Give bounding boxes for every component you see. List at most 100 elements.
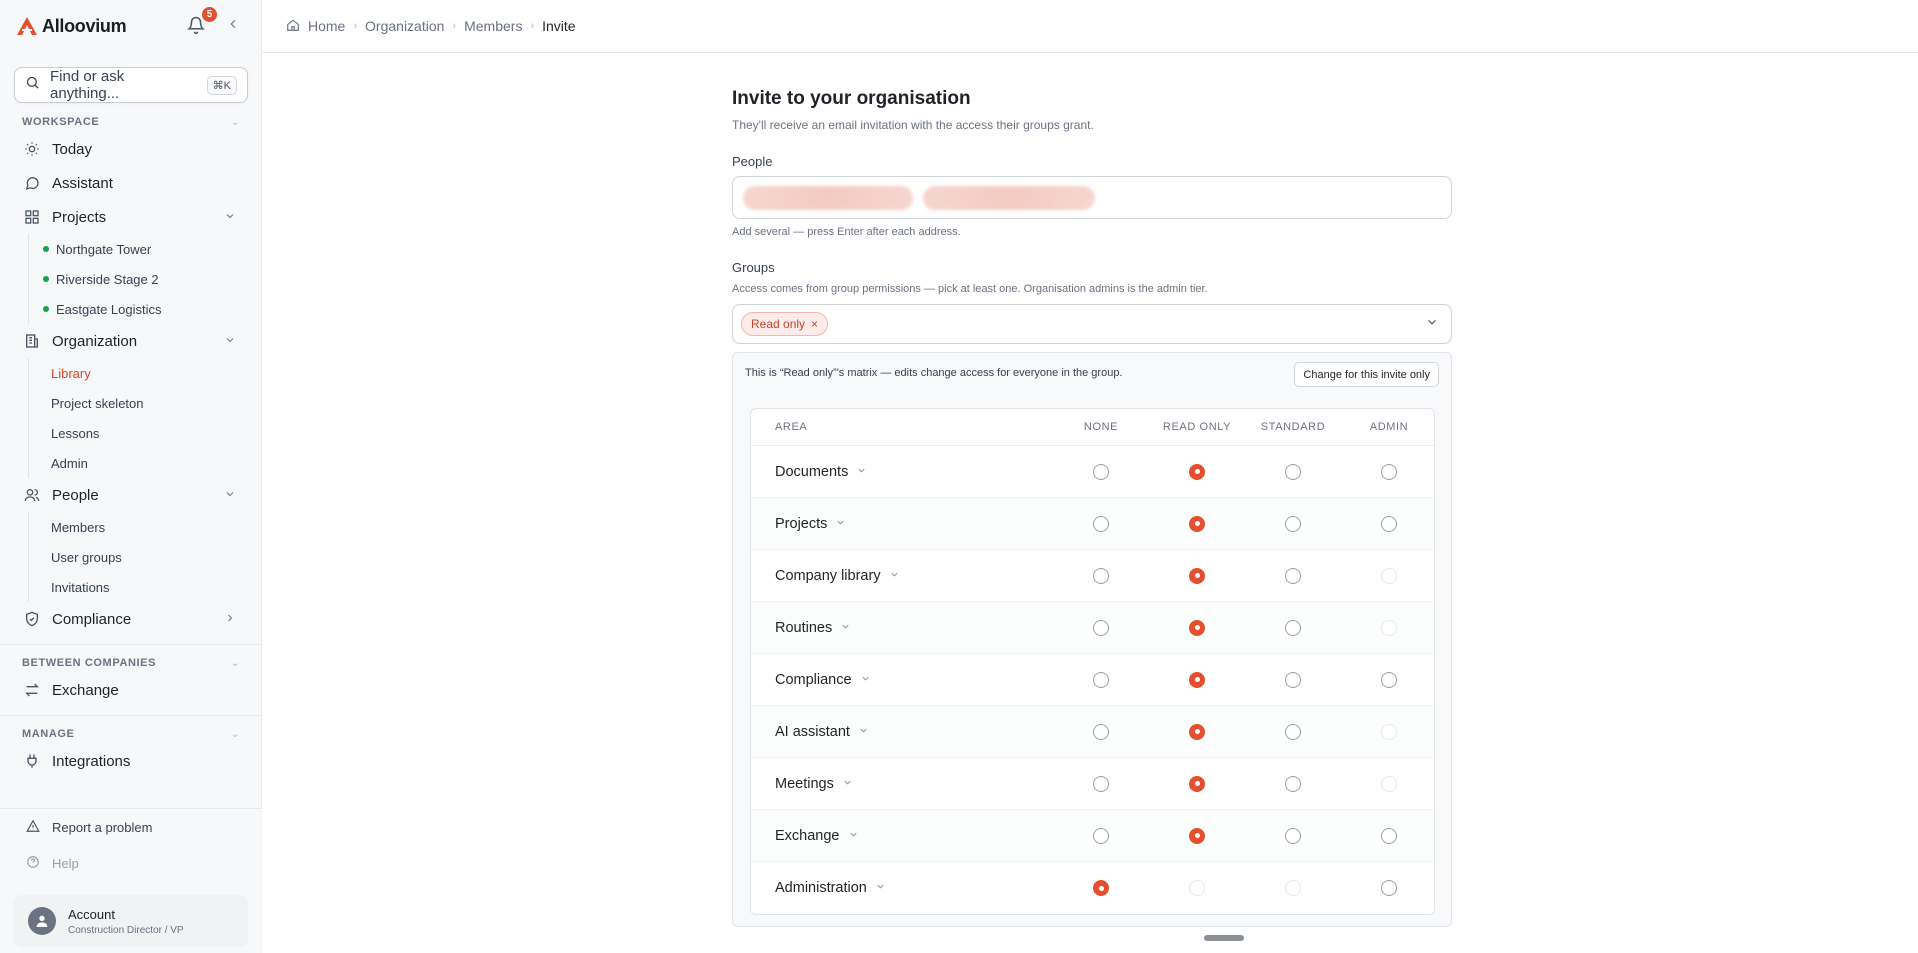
sidebar-item-today[interactable]: Today [0, 132, 262, 166]
sidebar-item-people[interactable]: People [0, 478, 262, 512]
sidebar-item-user-groups[interactable]: User groups [29, 542, 262, 572]
cell-admin [1341, 827, 1437, 844]
account-menu[interactable]: Account Construction Director / VP [14, 895, 248, 947]
sidebar-item-assistant[interactable]: Assistant [0, 166, 262, 200]
radio-standard[interactable] [1285, 723, 1301, 740]
cell-read-only [1149, 723, 1245, 740]
area-label[interactable]: Compliance [751, 672, 1053, 688]
project-item[interactable]: Eastgate Logistics [29, 294, 262, 324]
section-between-companies[interactable]: BETWEEN COMPANIES ⌄ [0, 653, 262, 673]
page-subtitle: They'll receive an email invitation with… [732, 118, 1094, 132]
radio-read-only[interactable] [1189, 827, 1205, 844]
help-link[interactable]: Help [0, 845, 262, 881]
chevron-down-icon[interactable] [856, 465, 867, 479]
area-label[interactable]: Exchange [751, 828, 1053, 844]
radio-read-only[interactable] [1189, 723, 1205, 740]
radio-read-only [1189, 880, 1205, 896]
scroll-handle[interactable] [1204, 935, 1244, 941]
search-input[interactable]: Find or ask anything... ⌘K [14, 67, 248, 103]
chevron-down-icon[interactable] [835, 517, 846, 531]
radio-admin[interactable] [1381, 515, 1397, 532]
breadcrumb-members[interactable]: Members [464, 18, 522, 34]
radio-read-only[interactable] [1189, 775, 1205, 792]
radio-standard[interactable] [1285, 671, 1301, 688]
group-tag[interactable]: Read only × [741, 312, 829, 336]
radio-admin[interactable] [1381, 463, 1397, 480]
sidebar-item-exchange[interactable]: Exchange [0, 673, 262, 707]
radio-admin[interactable] [1381, 827, 1397, 844]
chevron-right-icon: › [530, 20, 535, 32]
groups-hint: Access comes from group permissions — pi… [732, 283, 1208, 295]
area-label[interactable]: Routines [751, 620, 1053, 636]
radio-read-only[interactable] [1189, 567, 1205, 584]
radio-standard[interactable] [1285, 775, 1301, 792]
breadcrumb-organization[interactable]: Organization [365, 18, 444, 34]
brand-logo-icon [17, 17, 37, 35]
status-dot [43, 276, 49, 282]
remove-tag-icon[interactable]: × [811, 317, 818, 331]
radio-read-only[interactable] [1189, 671, 1205, 688]
chevron-down-icon[interactable] [858, 725, 869, 739]
cell-read-only [1149, 671, 1245, 688]
chevron-down-icon[interactable] [860, 673, 871, 687]
chevron-down-icon[interactable] [889, 569, 900, 583]
radio-none[interactable] [1093, 567, 1109, 584]
area-label[interactable]: Documents [751, 464, 1053, 480]
chevron-down-icon[interactable] [1425, 315, 1439, 334]
radio-none[interactable] [1093, 775, 1109, 792]
radio-standard[interactable] [1285, 827, 1301, 844]
chevron-down-icon[interactable] [840, 621, 851, 635]
radio-read-only[interactable] [1189, 463, 1205, 480]
groups-select[interactable]: Read only × [732, 304, 1452, 344]
breadcrumb-home[interactable]: Home [308, 18, 345, 34]
radio-none[interactable] [1093, 671, 1109, 688]
project-item[interactable]: Northgate Tower [29, 234, 262, 264]
sidebar-item-admin[interactable]: Admin [29, 448, 262, 478]
radio-standard[interactable] [1285, 463, 1301, 480]
main-content: Home › Organization › Members › Invite I… [262, 0, 1918, 953]
collapse-sidebar-icon[interactable] [226, 17, 240, 36]
radio-read-only[interactable] [1189, 515, 1205, 532]
sidebar-item-project-skeleton[interactable]: Project skeleton [29, 388, 262, 418]
project-item[interactable]: Riverside Stage 2 [29, 264, 262, 294]
sidebar-item-lessons[interactable]: Lessons [29, 418, 262, 448]
area-label[interactable]: Projects [751, 516, 1053, 532]
email-chip-redacted[interactable] [743, 185, 913, 210]
sidebar-item-compliance[interactable]: Compliance [0, 602, 262, 636]
sidebar-item-organization[interactable]: Organization [0, 324, 262, 358]
radio-standard[interactable] [1285, 619, 1301, 636]
chevron-down-icon[interactable] [848, 829, 859, 843]
sidebar-item-invitations[interactable]: Invitations [29, 572, 262, 602]
sidebar-item-members[interactable]: Members [29, 512, 262, 542]
section-manage[interactable]: MANAGE ⌄ [0, 724, 262, 744]
radio-standard[interactable] [1285, 515, 1301, 532]
radio-admin[interactable] [1381, 671, 1397, 688]
radio-admin[interactable] [1381, 880, 1397, 896]
area-label[interactable]: Company library [751, 568, 1053, 584]
home-icon[interactable] [286, 18, 300, 35]
swap-arrows-icon [24, 682, 40, 698]
sidebar-item-integrations[interactable]: Integrations [0, 744, 262, 778]
report-problem-link[interactable]: Report a problem [0, 809, 262, 845]
radio-none[interactable] [1093, 463, 1109, 480]
sidebar-item-library[interactable]: Library [29, 358, 262, 388]
area-label[interactable]: AI assistant [751, 724, 1053, 740]
radio-none[interactable] [1093, 827, 1109, 844]
brand-logo[interactable]: Alloovium [16, 16, 127, 37]
organization-submenu: Library Project skeleton Lessons Admin [28, 358, 262, 478]
radio-none[interactable] [1093, 515, 1109, 532]
area-label[interactable]: Meetings [751, 776, 1053, 792]
radio-read-only[interactable] [1189, 619, 1205, 636]
sidebar-item-projects[interactable]: Projects [0, 200, 262, 234]
radio-none[interactable] [1093, 723, 1109, 740]
radio-standard[interactable] [1285, 567, 1301, 584]
chevron-down-icon[interactable] [842, 777, 853, 791]
change-for-invite-button[interactable]: Change for this invite only [1294, 362, 1439, 387]
area-label[interactable]: Administration [751, 880, 1053, 896]
people-email-input[interactable] [732, 176, 1452, 219]
radio-none[interactable] [1093, 880, 1109, 896]
email-chip-redacted[interactable] [923, 185, 1095, 210]
section-workspace[interactable]: WORKSPACE ⌄ [0, 112, 262, 132]
chevron-down-icon[interactable] [875, 881, 886, 895]
radio-none[interactable] [1093, 619, 1109, 636]
